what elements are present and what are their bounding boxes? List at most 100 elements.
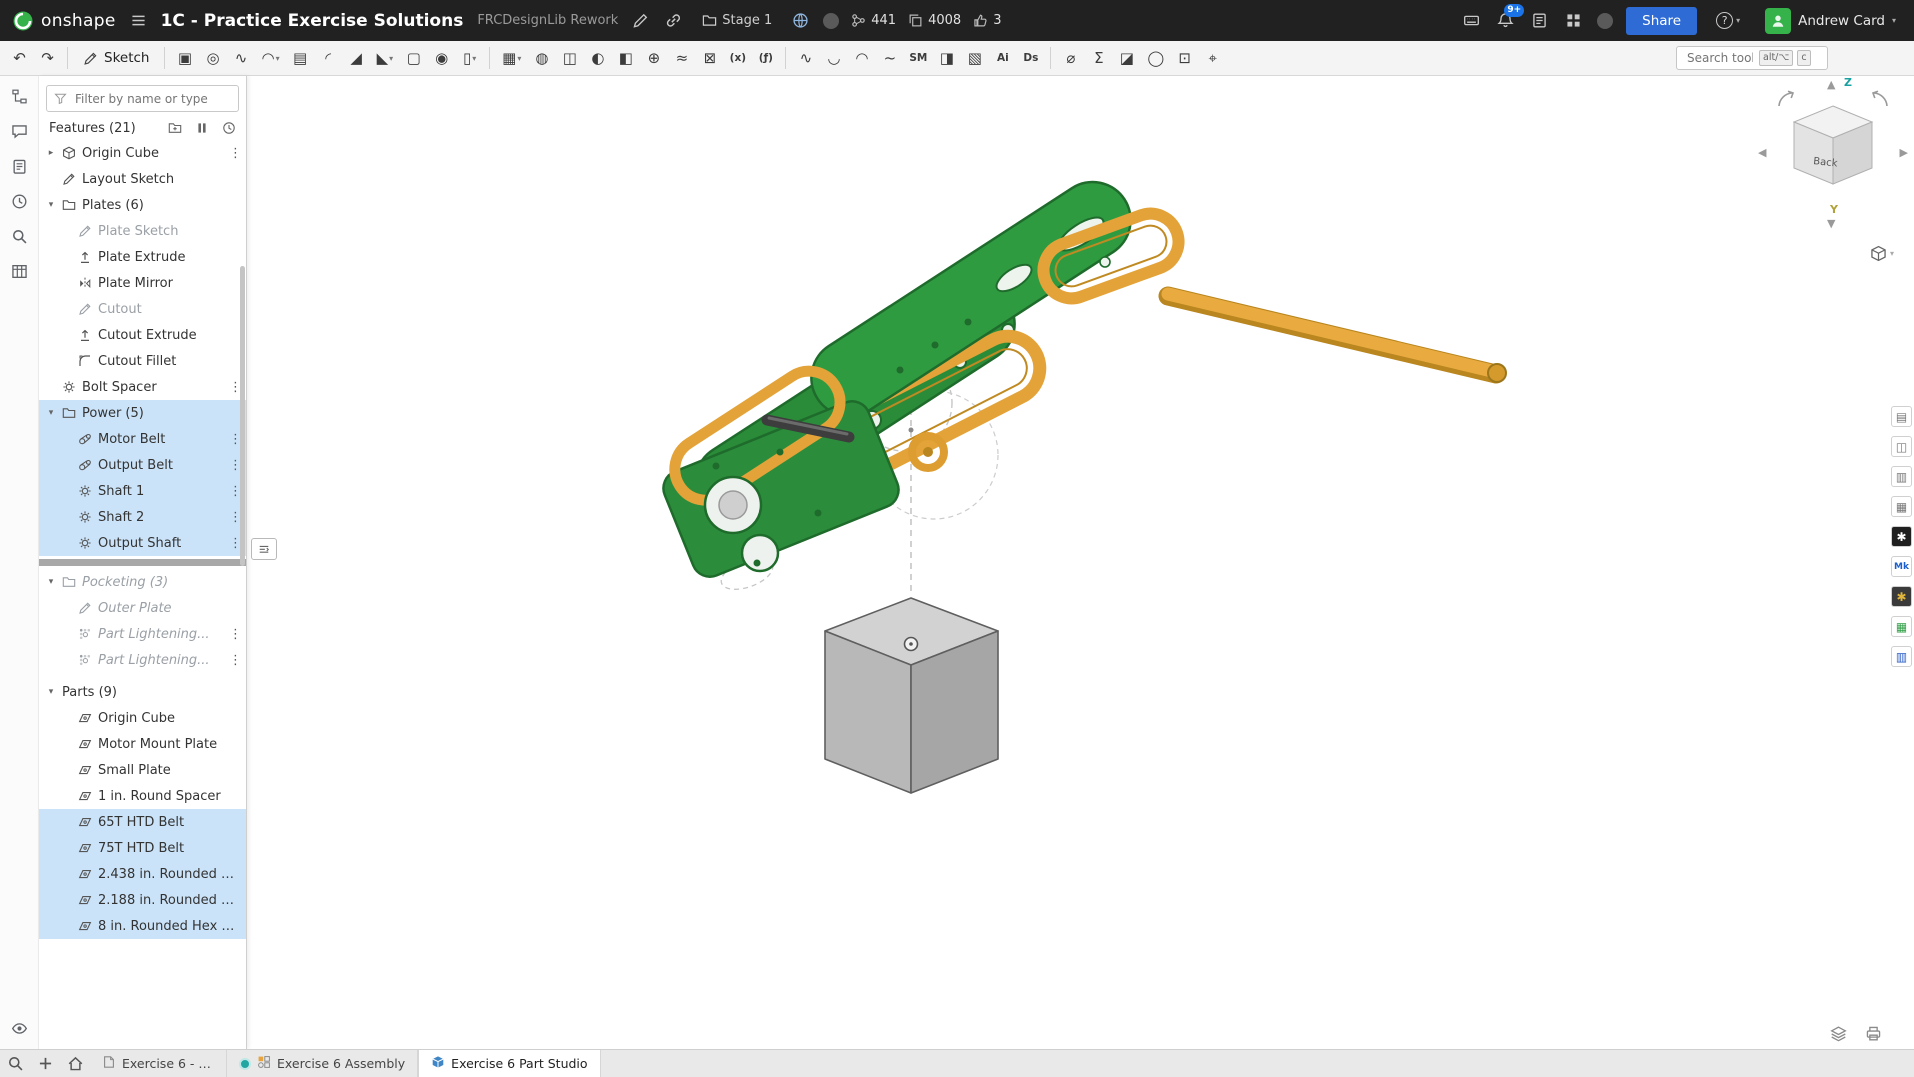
document-list-icon[interactable] <box>1529 10 1550 31</box>
feature-row[interactable]: ▸Plate Extrude <box>39 244 246 270</box>
feature-row[interactable]: ▸75T HTD Belt <box>39 835 246 861</box>
bridging-curve-icon[interactable]: ◠ <box>848 45 875 72</box>
feature-row[interactable]: ▸Output Shaft⋮ <box>39 530 246 556</box>
new-tab-plus-icon[interactable] <box>30 1050 60 1077</box>
feature-row[interactable]: ▸Cutout Fillet <box>39 348 246 374</box>
flange-icon[interactable]: ◨ <box>933 45 960 72</box>
feature-row[interactable]: ▾Pocketing (3) <box>39 569 246 595</box>
feature-row[interactable]: ▸Cutout <box>39 296 246 322</box>
feature-row[interactable]: ▸Outer Plate <box>39 595 246 621</box>
sheet-metal-icon[interactable]: SM <box>904 45 932 72</box>
butterfly-app-icon[interactable]: ✱ <box>1891 526 1912 547</box>
rollback-handle[interactable] <box>251 538 277 560</box>
loft-icon[interactable]: ◠▾ <box>255 45 285 72</box>
search-tools-box[interactable]: alt/⌥ c <box>1676 46 1828 70</box>
view-cube-faces[interactable]: Back <box>1758 90 1908 222</box>
likes-count[interactable]: 3 <box>973 13 1001 28</box>
history-clock-icon[interactable] <box>220 119 238 137</box>
delete-part-icon[interactable]: ⊠ <box>696 45 723 72</box>
feature-filter[interactable] <box>46 85 239 112</box>
context-menu-icon[interactable]: ⋮ <box>229 627 241 642</box>
fillet-icon[interactable]: ◜ <box>315 45 342 72</box>
mirror-feature-icon[interactable]: ◫ <box>556 45 583 72</box>
cube-outline-app-icon[interactable]: ◫ <box>1891 436 1912 457</box>
blue-columns-app-icon[interactable]: ▥ <box>1891 646 1912 667</box>
snapshot-icon[interactable]: ⌖ <box>1199 45 1226 72</box>
offset-surface-icon[interactable]: ≈ <box>668 45 695 72</box>
revolve-icon[interactable]: ◎ <box>199 45 226 72</box>
feature-row[interactable]: ▸Motor Belt⋮ <box>39 426 246 452</box>
mk-app-icon[interactable]: Mk <box>1891 556 1912 577</box>
feature-row[interactable]: ▸Motor Mount Plate <box>39 731 246 757</box>
feature-row[interactable]: ▸Plate Mirror <box>39 270 246 296</box>
chamfer-icon[interactable]: ◢ <box>343 45 370 72</box>
feature-filter-input[interactable] <box>73 91 231 107</box>
shell-icon[interactable]: ▢ <box>400 45 427 72</box>
search-icon[interactable] <box>9 226 30 247</box>
app-grid-icon[interactable] <box>1563 10 1584 31</box>
hidden-items-icon[interactable] <box>9 1018 30 1039</box>
rollback-bar[interactable] <box>39 559 246 566</box>
feature-row[interactable]: ▸2.188 in. Rounded Hex ... <box>39 887 246 913</box>
green-table-app-icon[interactable]: ▦ <box>1891 616 1912 637</box>
3d-viewport[interactable] <box>0 76 1914 1049</box>
onshape-logo[interactable]: onshape <box>12 10 116 32</box>
feature-script-icon[interactable]: (ƒ) <box>752 45 779 72</box>
tab-exercise-6-assembly[interactable]: Exercise 6 Assembly <box>227 1050 418 1077</box>
feature-row[interactable]: ▸8 in. Rounded Hex Shaft <box>39 913 246 939</box>
user-menu[interactable]: Andrew Card ▾ <box>1759 7 1902 35</box>
feature-row[interactable]: ▸2.438 in. Rounded Hex... <box>39 861 246 887</box>
linear-pattern-icon[interactable]: ▦▾ <box>496 45 527 72</box>
chevron-down-icon[interactable]: ▾ <box>45 687 57 697</box>
feature-row[interactable]: ▾Power (5) <box>39 400 246 426</box>
history-icon[interactable] <box>9 191 30 212</box>
sheet-outline-app-icon[interactable]: ▥ <box>1891 466 1912 487</box>
feature-row[interactable]: ▸65T HTD Belt <box>39 809 246 835</box>
feature-row[interactable]: ▸1 in. Round Spacer <box>39 783 246 809</box>
transform-icon[interactable]: ⊕ <box>640 45 667 72</box>
helix-icon[interactable]: ∿ <box>792 45 819 72</box>
gears-app-icon[interactable]: ✱ <box>1891 586 1912 607</box>
projected-curve-icon[interactable]: ◡ <box>820 45 847 72</box>
custom-feature-ds-icon[interactable]: Ds <box>1017 45 1044 72</box>
tab-exercise-6-part-studio[interactable]: Exercise 6 Part Studio <box>418 1050 600 1077</box>
sweep-icon[interactable]: ∿ <box>227 45 254 72</box>
chevron-down-icon[interactable]: ▾ <box>45 200 57 210</box>
undo-icon[interactable]: ↶ <box>6 45 33 72</box>
branch-count[interactable]: 441 <box>851 13 896 28</box>
workspace-selector[interactable]: Stage 1 <box>696 12 778 29</box>
measure-icon[interactable]: ⌀ <box>1057 45 1084 72</box>
suppress-pause-icon[interactable] <box>193 119 211 137</box>
chevron-down-icon[interactable]: ▾ <box>45 408 57 418</box>
feature-row[interactable]: ▸Origin Cube <box>39 705 246 731</box>
model-tree-icon[interactable] <box>9 86 30 107</box>
feature-row[interactable]: ▸Plate Sketch <box>39 218 246 244</box>
search-tools-input[interactable] <box>1685 50 1755 66</box>
sheet-metal-tab-icon[interactable]: ▧ <box>961 45 988 72</box>
variable-icon[interactable]: (x) <box>724 45 751 72</box>
notes-icon[interactable] <box>9 156 30 177</box>
section-view-icon[interactable]: ◪ <box>1113 45 1140 72</box>
tables-icon[interactable] <box>9 261 30 282</box>
feature-row[interactable]: ▸Shaft 2⋮ <box>39 504 246 530</box>
keyboard-shortcuts-icon[interactable] <box>1461 10 1482 31</box>
printer-icon[interactable] <box>1863 1023 1884 1044</box>
public-globe-icon[interactable] <box>790 10 811 31</box>
copies-count[interactable]: 4008 <box>908 13 961 28</box>
home-icon[interactable] <box>60 1050 90 1077</box>
chevron-right-icon[interactable]: ▸ <box>45 148 57 158</box>
hole-icon[interactable]: ◉ <box>428 45 455 72</box>
mass-properties-icon[interactable]: Σ <box>1085 45 1112 72</box>
feature-row[interactable]: ▸Small Plate <box>39 757 246 783</box>
feature-row[interactable]: ▸Part Lightening...⋮ <box>39 621 246 647</box>
feature-row[interactable]: ▸Part Lightening...⋮ <box>39 647 246 673</box>
pattern-outline-app-icon[interactable]: ▦ <box>1891 496 1912 517</box>
split-icon[interactable]: ◧ <box>612 45 639 72</box>
feature-row[interactable]: ▸Cutout Extrude <box>39 322 246 348</box>
redo-icon[interactable]: ↷ <box>34 45 61 72</box>
feature-row[interactable]: ▸Layout Sketch <box>39 166 246 192</box>
rename-pencil-icon[interactable] <box>630 10 651 31</box>
feature-row[interactable]: ▾Plates (6) <box>39 192 246 218</box>
document-outline-app-icon[interactable]: ▤ <box>1891 406 1912 427</box>
extrude-icon[interactable]: ▣ <box>171 45 198 72</box>
